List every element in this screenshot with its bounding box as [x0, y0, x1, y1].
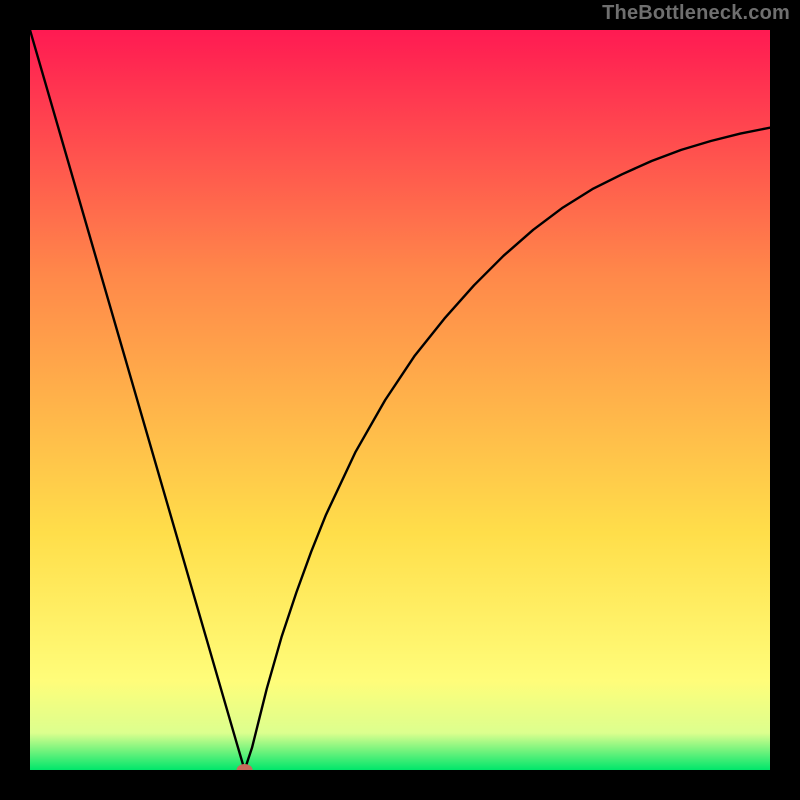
bottleneck-chart — [30, 30, 770, 770]
watermark-text: TheBottleneck.com — [602, 2, 790, 25]
gradient-background — [30, 30, 770, 770]
chart-frame: TheBottleneck.com — [0, 0, 800, 800]
